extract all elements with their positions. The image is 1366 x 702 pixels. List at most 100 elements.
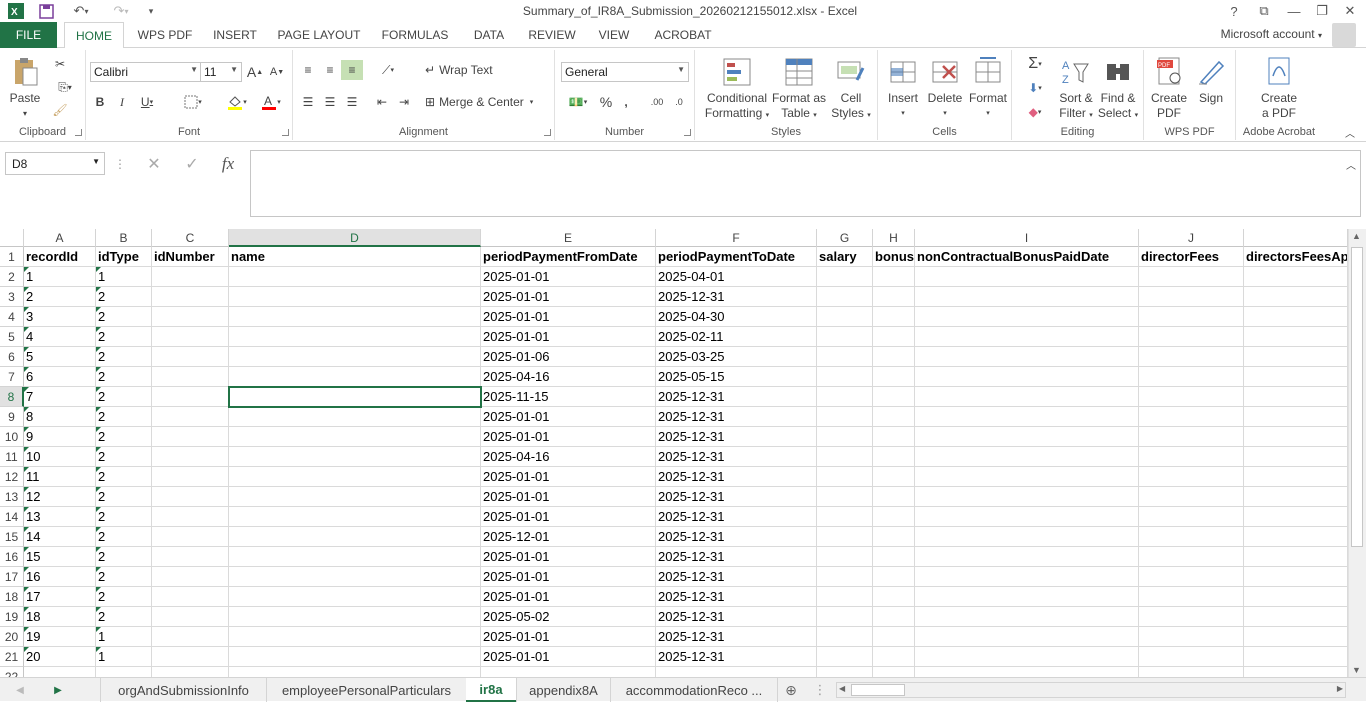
next-sheet-icon[interactable]: ▶ [48, 678, 68, 702]
data-cell[interactable] [873, 327, 915, 347]
top-align-icon[interactable]: ≡ [299, 60, 317, 80]
data-cell[interactable]: 5 [24, 347, 96, 367]
data-cell[interactable] [1244, 527, 1348, 547]
header-cell[interactable]: salary [817, 247, 873, 267]
data-cell[interactable] [915, 667, 1139, 677]
data-cell[interactable] [1244, 447, 1348, 467]
autosum-icon[interactable]: Σ ▾ [1018, 54, 1052, 74]
data-cell[interactable]: 2025-01-01 [481, 507, 656, 527]
data-cell[interactable]: 2 [96, 287, 152, 307]
data-cell[interactable] [817, 547, 873, 567]
data-cell[interactable]: 1 [96, 647, 152, 667]
header-cell[interactable]: idType [96, 247, 152, 267]
column-header[interactable]: G [817, 229, 873, 247]
help-button[interactable]: ? [1222, 1, 1246, 21]
data-cell[interactable]: 1 [24, 267, 96, 287]
data-cell[interactable] [229, 427, 481, 447]
sign-button[interactable]: Sign [1190, 56, 1232, 106]
data-cell[interactable] [1139, 447, 1244, 467]
data-cell[interactable] [817, 467, 873, 487]
data-cell[interactable] [817, 267, 873, 287]
data-cell[interactable] [152, 327, 229, 347]
data-cell[interactable] [915, 307, 1139, 327]
data-cell[interactable] [915, 387, 1139, 407]
data-cell[interactable] [1139, 367, 1244, 387]
data-cell[interactable] [817, 527, 873, 547]
data-cell[interactable]: 2025-12-31 [656, 487, 817, 507]
data-cell[interactable] [1244, 607, 1348, 627]
data-cell[interactable]: 2 [96, 507, 152, 527]
data-cell[interactable] [873, 607, 915, 627]
data-cell[interactable] [152, 567, 229, 587]
data-cell[interactable]: 2 [96, 547, 152, 567]
italic-button[interactable]: I [114, 92, 130, 112]
data-cell[interactable] [1139, 287, 1244, 307]
merge-center-button[interactable]: ⊞ Merge & Center ▾ [425, 92, 549, 112]
data-cell[interactable] [229, 407, 481, 427]
data-cell[interactable] [229, 287, 481, 307]
data-cell[interactable] [152, 467, 229, 487]
data-cell[interactable] [152, 427, 229, 447]
data-cell[interactable] [817, 627, 873, 647]
data-cell[interactable]: 2025-12-31 [656, 627, 817, 647]
data-cell[interactable] [817, 507, 873, 527]
sheet-tab-ir8a[interactable]: ir8a [466, 678, 516, 702]
data-cell[interactable]: 13 [24, 507, 96, 527]
data-cell[interactable]: 2025-01-01 [481, 287, 656, 307]
data-cell[interactable] [1139, 587, 1244, 607]
data-cell[interactable] [1139, 567, 1244, 587]
data-cell[interactable] [1139, 407, 1244, 427]
data-cell[interactable] [1139, 527, 1244, 547]
data-cell[interactable]: 2025-12-31 [656, 607, 817, 627]
data-cell[interactable]: 2025-12-31 [656, 467, 817, 487]
data-cell[interactable] [1244, 567, 1348, 587]
vertical-scroll-thumb[interactable] [1351, 247, 1363, 547]
data-cell[interactable]: 16 [24, 567, 96, 587]
align-left-icon[interactable]: ☰ [299, 92, 317, 112]
data-cell[interactable] [152, 387, 229, 407]
data-cell[interactable] [229, 607, 481, 627]
borders-button[interactable]: ▾ [178, 92, 208, 112]
column-header[interactable]: H [873, 229, 915, 247]
data-cell[interactable] [1244, 547, 1348, 567]
data-cell[interactable]: 2025-01-01 [481, 327, 656, 347]
column-header[interactable]: F [656, 229, 817, 247]
data-cell[interactable] [915, 567, 1139, 587]
data-cell[interactable] [915, 327, 1139, 347]
align-center-icon[interactable]: ☰ [321, 92, 339, 112]
data-cell[interactable] [873, 667, 915, 677]
undo-icon[interactable]: ↶ ▾ [66, 2, 96, 20]
data-cell[interactable]: 2025-01-01 [481, 467, 656, 487]
column-header[interactable]: E [481, 229, 656, 247]
sheet-tab-organdsubmissioninfo[interactable]: orgAndSubmissionInfo [100, 678, 266, 702]
data-cell[interactable] [915, 447, 1139, 467]
data-cell[interactable] [915, 487, 1139, 507]
data-cell[interactable] [915, 547, 1139, 567]
ribbon-display-options-icon[interactable]: ⧉ [1252, 1, 1276, 21]
header-cell[interactable]: idNumber [152, 247, 229, 267]
data-cell[interactable]: 2 [96, 387, 152, 407]
data-cell[interactable] [817, 427, 873, 447]
data-cell[interactable]: 2025-12-31 [656, 507, 817, 527]
data-cell[interactable] [873, 427, 915, 447]
percent-button[interactable]: % [597, 92, 615, 112]
data-cell[interactable]: 1 [96, 627, 152, 647]
data-cell[interactable] [1139, 647, 1244, 667]
data-cell[interactable] [817, 327, 873, 347]
data-cell[interactable] [873, 487, 915, 507]
data-cell[interactable] [229, 507, 481, 527]
tab-acrobat[interactable]: ACROBAT [648, 22, 718, 48]
scroll-left-icon[interactable]: ◀ [839, 684, 845, 693]
alignment-launcher-icon[interactable] [544, 129, 551, 136]
data-cell[interactable] [1244, 467, 1348, 487]
tab-page-layout[interactable]: PAGE LAYOUT [272, 22, 366, 48]
data-cell[interactable] [1139, 507, 1244, 527]
data-cell[interactable]: 1 [96, 267, 152, 287]
data-cell[interactable] [915, 407, 1139, 427]
data-cell[interactable]: 2025-02-11 [656, 327, 817, 347]
row-header[interactable]: 18 [0, 587, 24, 607]
fill-color-button[interactable]: ▾ [222, 92, 252, 112]
delete-cells-button[interactable]: Delete ▾ [924, 56, 966, 121]
data-cell[interactable] [873, 627, 915, 647]
data-cell[interactable] [915, 527, 1139, 547]
